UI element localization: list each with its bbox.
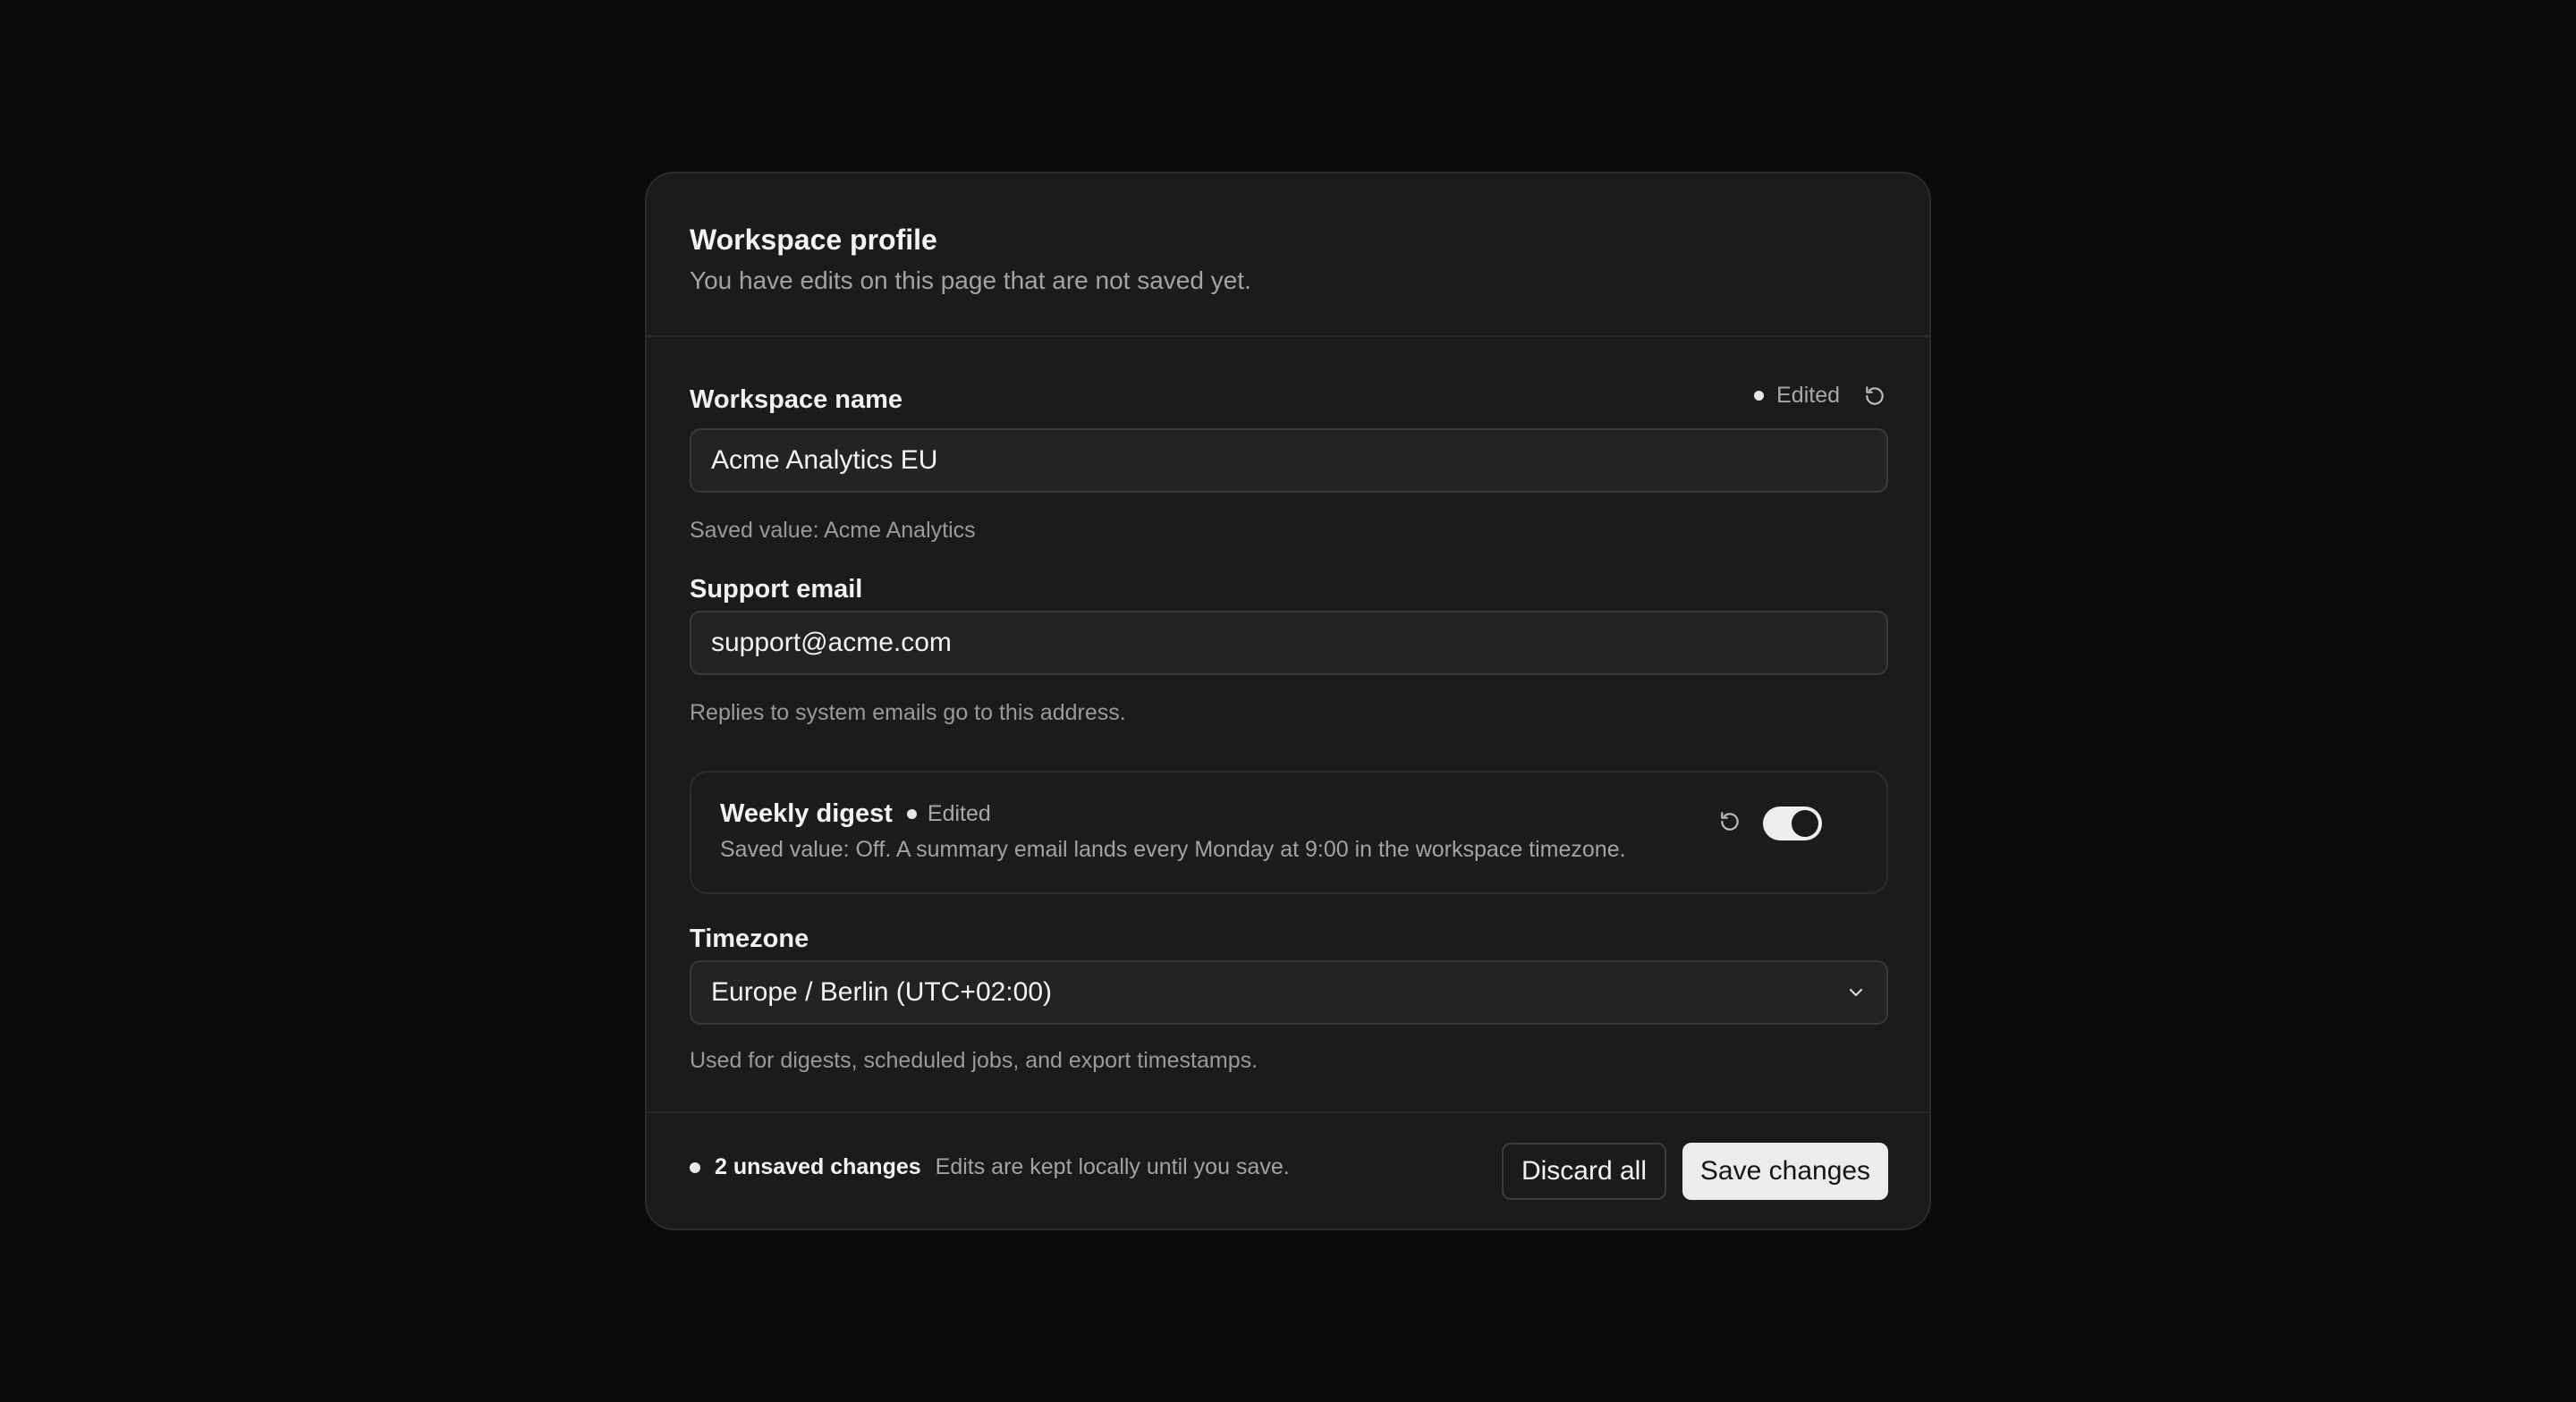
page-subtitle: You have edits on this page that are not… [690, 266, 1251, 294]
weekly-digest-panel: Weekly digest Edited Saved value: Off. A… [690, 771, 1888, 894]
timezone-label: Timezone [690, 925, 809, 953]
timezone-select[interactable]: Europe / Berlin (UTC+02:00) [690, 960, 1888, 1025]
weekly-digest-title: Weekly digest [720, 799, 893, 828]
edited-dot [906, 809, 917, 819]
workspace-profile-card: Workspace profile You have edits on this… [645, 172, 1931, 1230]
edited-label: Edited [1776, 383, 1840, 408]
weekly-digest-toggle[interactable] [1763, 807, 1822, 840]
chevron-down-icon [1845, 982, 1867, 1003]
save-changes-button[interactable]: Save changes [1682, 1143, 1888, 1200]
edited-dot [1754, 391, 1765, 401]
support-email-label: Support email [690, 575, 863, 604]
support-email-hint: Replies to system emails go to this addr… [690, 700, 1126, 725]
page-title: Workspace profile [690, 224, 937, 256]
workspace-name-edited-indicator: Edited [1754, 383, 1886, 409]
reset-icon[interactable] [1718, 810, 1741, 833]
unsaved-status: 2 unsaved changes Edits are kept locally… [690, 1154, 1290, 1180]
edited-label: Edited [927, 801, 991, 826]
card-footer: 2 unsaved changes Edits are kept locally… [647, 1111, 1929, 1229]
workspace-name-input[interactable] [690, 428, 1888, 493]
unsaved-count: 2 unsaved changes [715, 1154, 921, 1179]
weekly-digest-description: Saved value: Off. A summary email lands … [720, 837, 1626, 862]
timezone-hint: Used for digests, scheduled jobs, and ex… [690, 1048, 1258, 1073]
unsaved-note: Edits are kept locally until you save. [935, 1154, 1290, 1179]
unsaved-dot [690, 1161, 700, 1173]
reset-icon[interactable] [1863, 384, 1886, 408]
toggle-knob [1792, 810, 1818, 837]
workspace-name-label: Workspace name [690, 385, 903, 414]
support-email-input[interactable] [690, 611, 1888, 675]
workspace-name-hint: Saved value: Acme Analytics [690, 518, 976, 543]
card-header: Workspace profile You have edits on this… [647, 173, 1929, 337]
card-body: Workspace name Edited Saved value: Acme … [647, 337, 1929, 1124]
timezone-selected-value: Europe / Berlin (UTC+02:00) [711, 977, 1053, 1007]
discard-all-button[interactable]: Discard all [1502, 1143, 1666, 1200]
weekly-digest-title-row: Weekly digest Edited [720, 799, 991, 829]
